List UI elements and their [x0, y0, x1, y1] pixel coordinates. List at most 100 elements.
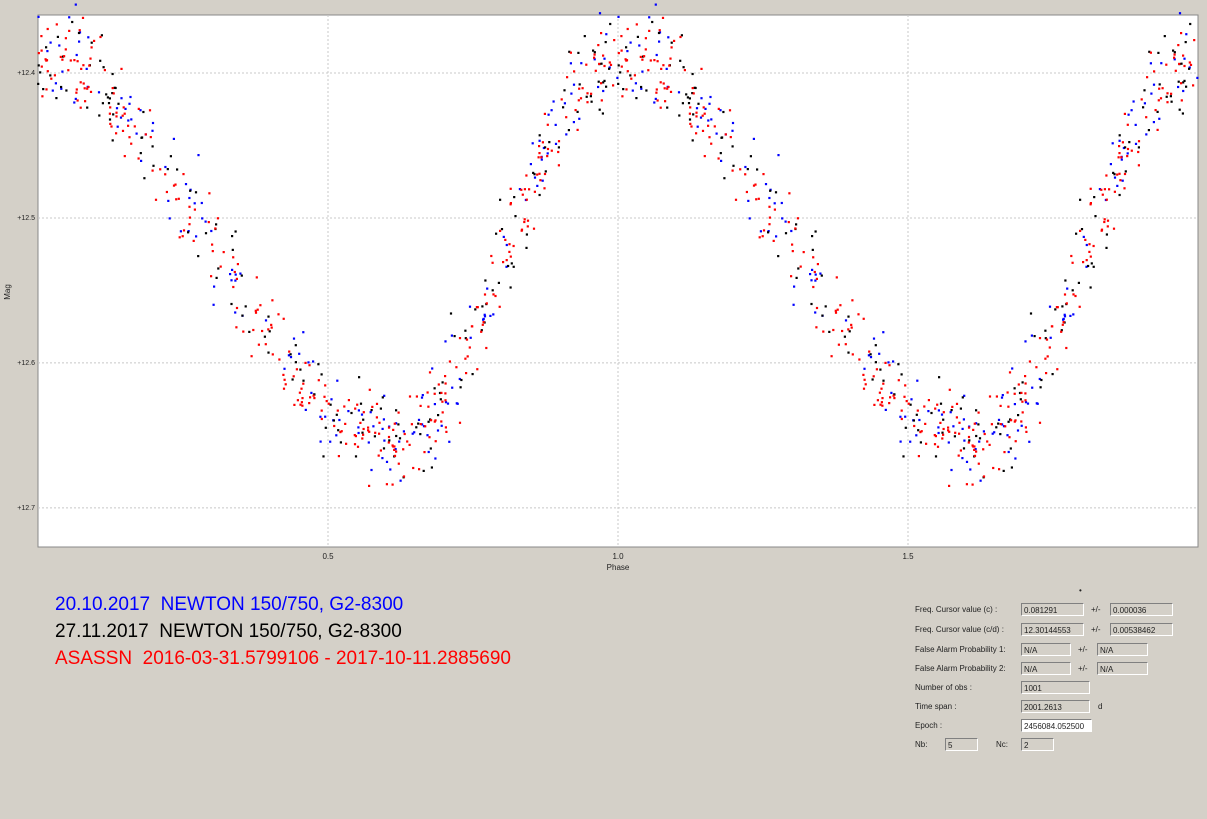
data-point — [791, 250, 794, 253]
data-point — [1024, 401, 1028, 404]
data-point — [700, 97, 703, 100]
nc-field[interactable]: 2 — [1021, 738, 1054, 751]
data-point — [412, 466, 415, 470]
data-point — [1019, 398, 1022, 401]
data-point — [71, 20, 74, 24]
data-point — [982, 475, 986, 478]
fap2-field[interactable]: N/A — [1021, 662, 1071, 675]
data-point — [59, 55, 62, 58]
fap1-error-field[interactable]: N/A — [1097, 643, 1148, 656]
data-point — [299, 403, 302, 406]
data-point — [85, 67, 88, 70]
data-point — [913, 424, 916, 428]
data-point — [548, 141, 551, 144]
data-point — [398, 440, 401, 443]
data-point — [961, 457, 964, 460]
data-point — [495, 232, 498, 235]
data-point — [292, 375, 295, 378]
data-point — [1016, 429, 1020, 432]
data-point — [271, 353, 274, 356]
data-point — [810, 302, 813, 306]
data-point — [887, 361, 890, 364]
freq-c-error-field[interactable]: 0.000036 — [1110, 603, 1173, 616]
data-point — [1189, 63, 1193, 66]
data-point — [930, 411, 933, 415]
data-point — [337, 455, 340, 458]
fap2-error-field[interactable]: N/A — [1097, 662, 1148, 675]
data-point — [1026, 402, 1030, 405]
data-point — [167, 199, 170, 202]
epoch-field[interactable]: 2456084.052500 — [1021, 719, 1092, 732]
data-point — [965, 460, 969, 463]
data-point — [1165, 63, 1168, 66]
data-point — [441, 381, 444, 384]
data-point — [45, 88, 48, 91]
x-tick-label: 1.5 — [902, 552, 914, 561]
data-point — [813, 270, 816, 274]
data-point — [139, 152, 142, 155]
data-point — [950, 468, 953, 472]
data-point — [647, 69, 650, 72]
timespan-field[interactable]: 2001.2613 — [1021, 700, 1090, 713]
data-point — [790, 229, 793, 233]
data-point — [1101, 193, 1104, 196]
data-point — [1106, 219, 1110, 222]
data-point — [773, 208, 776, 211]
data-point — [509, 187, 512, 190]
data-point — [430, 419, 433, 422]
data-point — [830, 355, 833, 358]
data-point — [98, 114, 101, 117]
data-point — [654, 3, 657, 6]
data-point — [605, 85, 608, 88]
data-point — [875, 368, 878, 371]
data-point — [219, 265, 222, 268]
data-point — [567, 129, 570, 132]
data-point — [1103, 218, 1106, 221]
y-axis-label: Mag — [3, 284, 12, 300]
data-point — [811, 235, 814, 238]
data-point — [701, 129, 705, 132]
data-point — [176, 168, 179, 171]
fap1-field[interactable]: N/A — [1021, 643, 1071, 656]
freq-cd-field[interactable]: 12.30144553 — [1021, 623, 1084, 636]
data-point — [389, 468, 392, 471]
data-point — [481, 305, 484, 308]
data-point — [317, 363, 320, 366]
freq-c-field[interactable]: 0.081291 — [1021, 603, 1084, 616]
data-point — [952, 425, 955, 428]
data-point — [362, 411, 365, 414]
data-point — [1060, 330, 1063, 333]
data-point — [655, 91, 658, 94]
data-point — [395, 450, 398, 453]
data-point — [795, 223, 798, 226]
data-point — [541, 141, 544, 144]
data-point — [172, 184, 176, 187]
data-point — [182, 173, 185, 176]
data-point — [37, 82, 40, 85]
data-point — [822, 330, 825, 333]
data-point — [893, 397, 896, 400]
data-point — [298, 391, 301, 394]
data-point — [547, 113, 550, 116]
data-point — [1153, 70, 1156, 73]
nb-field[interactable]: 5 — [945, 738, 978, 751]
freq-cd-error-field[interactable]: 0.00538462 — [1110, 623, 1173, 636]
data-point — [1158, 87, 1161, 90]
data-point — [151, 121, 155, 125]
data-point — [546, 152, 549, 155]
data-point — [1130, 109, 1133, 112]
data-point — [525, 198, 528, 201]
data-point — [374, 431, 377, 434]
data-point — [1105, 233, 1108, 236]
data-point — [324, 415, 327, 418]
data-point — [60, 85, 63, 89]
data-point — [1163, 35, 1166, 38]
data-point — [995, 426, 998, 429]
data-point — [456, 402, 459, 405]
data-point — [37, 15, 40, 18]
data-point — [61, 70, 64, 73]
data-point — [69, 59, 72, 62]
nobs-field[interactable]: 1001 — [1021, 681, 1090, 694]
data-point — [140, 159, 143, 162]
data-point — [593, 53, 596, 56]
